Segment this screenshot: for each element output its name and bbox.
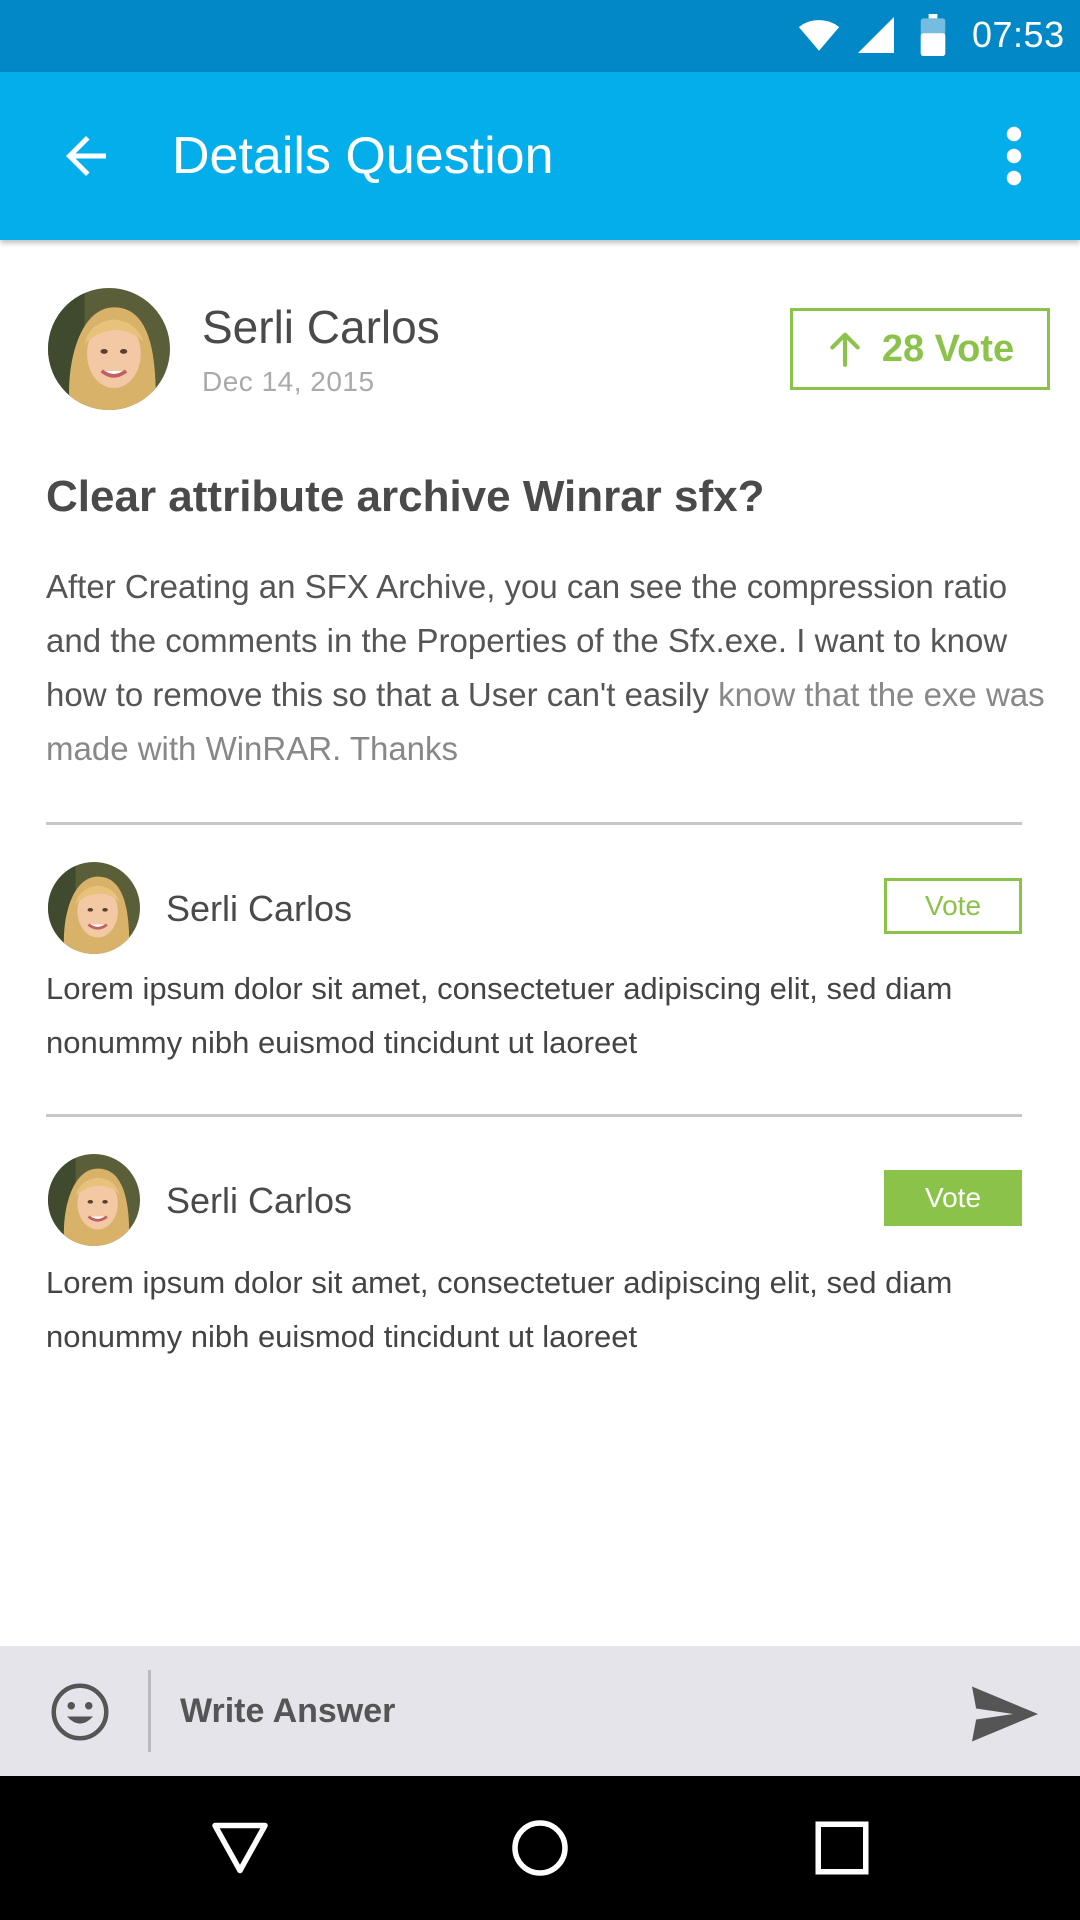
question-title: Clear attribute archive Winrar sfx? <box>46 472 765 521</box>
wifi-icon <box>798 20 840 51</box>
divider <box>46 822 1022 825</box>
question-body: After Creating an SFX Archive, you can s… <box>46 560 1046 776</box>
more-vertical-icon[interactable] <box>996 126 1032 186</box>
write-answer-input[interactable] <box>180 1670 940 1752</box>
input-separator <box>148 1670 151 1752</box>
answer-author-avatar[interactable] <box>48 1154 140 1246</box>
app-bar: Details Question <box>0 72 1080 240</box>
nav-back-icon[interactable] <box>210 1818 270 1878</box>
arrow-left-icon[interactable] <box>56 126 116 186</box>
status-time: 07:53 <box>972 14 1065 55</box>
answer-author-name[interactable]: Serli Carlos <box>166 888 352 930</box>
question-vote-label: 28 Vote <box>881 327 1015 370</box>
question-author-avatar[interactable] <box>48 288 170 410</box>
answer-vote-button[interactable]: Vote <box>884 1170 1022 1226</box>
answer-author-name[interactable]: Serli Carlos <box>166 1180 352 1222</box>
question-author-name[interactable]: Serli Carlos <box>202 300 440 354</box>
answer-text: Lorem ipsum dolor sit amet, consectetuer… <box>46 1265 953 1354</box>
question-vote-button[interactable]: 28 Vote <box>790 308 1050 390</box>
divider <box>46 1114 1022 1117</box>
cell-signal-icon <box>858 17 894 53</box>
answer-input-bar <box>0 1646 1080 1776</box>
answer-author-avatar[interactable] <box>48 862 140 954</box>
answer-vote-button[interactable]: Vote <box>884 878 1022 934</box>
system-nav-bar <box>0 1776 1080 1920</box>
page-title: Details Question <box>172 127 554 185</box>
send-icon[interactable] <box>972 1686 1038 1742</box>
nav-home-icon[interactable] <box>510 1818 570 1878</box>
question-date: Dec 14, 2015 <box>202 366 375 397</box>
battery-icon <box>920 14 946 56</box>
arrow-up-icon <box>830 332 860 367</box>
smiley-icon[interactable] <box>50 1682 110 1742</box>
nav-recents-icon[interactable] <box>812 1818 872 1878</box>
answer-text: Lorem ipsum dolor sit amet, consectetuer… <box>46 971 953 1060</box>
status-bar: 07:53 <box>0 0 1080 72</box>
